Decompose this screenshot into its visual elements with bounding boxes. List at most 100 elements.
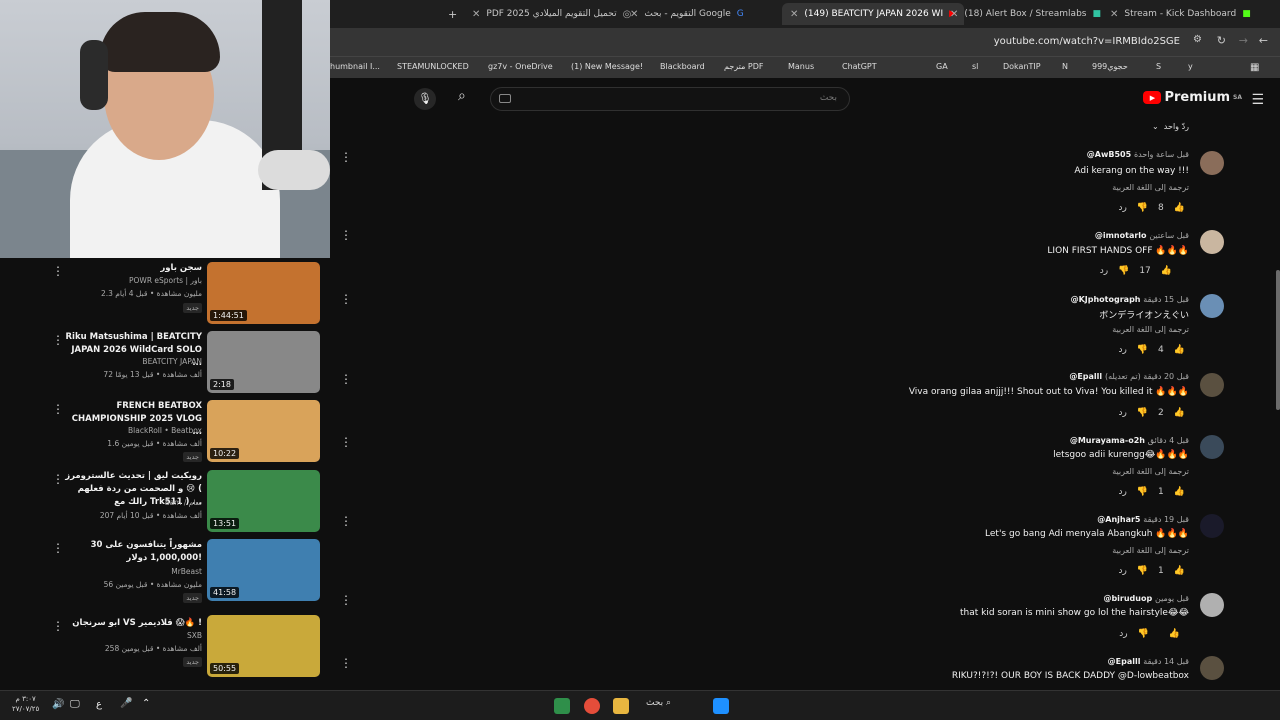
comment-author[interactable]: @Epalll — [1108, 657, 1141, 666]
dislike-icon[interactable]: 👎 — [1137, 487, 1148, 497]
comment-time[interactable]: قبل 19 دقيقة — [1143, 515, 1189, 524]
reply-button[interactable]: رد — [1118, 408, 1126, 418]
video-item[interactable]: ⋮ 1:44:51 سجن باور POWR eSports | باور 2… — [0, 260, 330, 324]
video-title[interactable]: 30 مشهوراً يتنافسون على 1,000,000 دولار! — [62, 539, 202, 565]
comment-author[interactable]: @Anjhar5 — [1097, 515, 1140, 524]
video-channel[interactable]: BlackRoll • Beatbox — [128, 426, 202, 435]
dislike-icon[interactable]: 👎 — [1138, 629, 1149, 639]
taskbar-search[interactable]: بحث ⌕ — [646, 698, 671, 708]
more-options-icon[interactable]: ⋮ — [340, 292, 352, 306]
volume-icon[interactable]: 🔊 — [52, 699, 64, 710]
bookmark-item[interactable]: (1) New Message! — [571, 62, 643, 71]
site-info-icon[interactable]: ⚙ — [1193, 34, 1202, 45]
translate-link[interactable]: ترجمة إلى اللغة العربية — [1112, 325, 1189, 334]
comment-time[interactable]: قبل 15 دقيقة — [1143, 295, 1189, 304]
dislike-icon[interactable]: 👎 — [1137, 408, 1148, 418]
windows-start-icon[interactable] — [713, 698, 729, 714]
tab-calendar-pdf[interactable]: ✕ PDF 2025 تحميل التقويم الميلادي ◎ — [472, 3, 631, 25]
bookmark-item[interactable]: DokanTIP — [1003, 62, 1041, 71]
video-thumbnail[interactable]: 41:58 — [207, 539, 320, 601]
video-channel[interactable]: Sam / سام — [165, 498, 202, 507]
reply-button[interactable]: رد — [1119, 629, 1127, 639]
tab-google-search[interactable]: ✕ التقويم - بحث Google G — [630, 3, 744, 25]
bookmark-item[interactable]: Blackboard — [660, 62, 705, 71]
video-channel[interactable]: SXB — [187, 631, 202, 640]
video-item[interactable]: ⋮ 41:58 30 مشهوراً يتنافسون على 1,000,00… — [0, 537, 330, 603]
like-icon[interactable]: 👍 — [1174, 566, 1185, 576]
video-thumbnail[interactable]: 1:44:51 — [207, 262, 320, 324]
youtube-premium-logo[interactable]: ▶ Premium SA — [1143, 90, 1242, 105]
file-explorer-icon[interactable] — [613, 698, 629, 714]
video-thumbnail[interactable]: 10:22 — [207, 400, 320, 462]
video-item[interactable]: ⋮ 50:55 ابو سرنجان VS قلادیمیر 😱🔥 ! SXB … — [0, 615, 330, 679]
replies-toggle[interactable]: ⌄ ردّ واحد — [1152, 122, 1189, 131]
close-icon[interactable]: ✕ — [950, 9, 958, 20]
comment-author[interactable]: @KJphotograph — [1071, 295, 1141, 304]
clock[interactable]: ٣:٠٧ م ٢٧/٠٧/٢٥ — [12, 694, 39, 714]
dislike-icon[interactable]: 👎 — [1118, 266, 1129, 276]
close-icon[interactable]: ✕ — [1110, 9, 1118, 20]
video-channel[interactable]: BEATCITY JAPAN — [142, 357, 202, 366]
video-title[interactable]: سجن باور — [62, 262, 202, 275]
avatar[interactable] — [1200, 435, 1224, 459]
language-indicator[interactable]: ع — [96, 699, 102, 710]
bookmark-item[interactable]: GA — [936, 62, 948, 71]
avatar[interactable] — [1200, 656, 1224, 680]
comment-time[interactable]: قبل ساعة واحدة — [1134, 150, 1189, 159]
back-icon[interactable]: ← — [1259, 34, 1268, 47]
translate-link[interactable]: ترجمة إلى اللغة العربية — [1112, 546, 1189, 555]
avatar[interactable] — [1200, 230, 1224, 254]
all-bookmarks-icon[interactable]: ▦ — [1250, 62, 1259, 73]
app-icon[interactable] — [554, 698, 570, 714]
network-icon[interactable]: 🖵 — [70, 699, 80, 710]
bookmark-item[interactable]: ChatGPT — [842, 62, 877, 71]
chrome-icon[interactable] — [584, 698, 600, 714]
mic-icon[interactable]: 🎙 — [414, 88, 436, 110]
dislike-icon[interactable]: 👎 — [1137, 566, 1148, 576]
avatar[interactable] — [1200, 593, 1224, 617]
video-thumbnail[interactable]: 50:55 — [207, 615, 320, 677]
avatar[interactable] — [1200, 373, 1224, 397]
like-icon[interactable]: 👍 — [1174, 487, 1185, 497]
reply-button[interactable]: رد — [1118, 203, 1126, 213]
reply-button[interactable]: رد — [1100, 266, 1108, 276]
reload-icon[interactable]: ↻ — [1217, 34, 1226, 47]
video-item[interactable]: ⋮ 10:22 FRENCH BEATBOX CHAMPIONSHIP 2025… — [0, 398, 330, 462]
bookmark-item[interactable]: 999حجوي — [1092, 62, 1128, 71]
reply-button[interactable]: رد — [1118, 345, 1126, 355]
comment-author[interactable]: @Murayama-o2h — [1070, 436, 1145, 445]
video-thumbnail[interactable]: 13:51 — [207, 470, 320, 532]
bookmark-item[interactable]: gz7v - OneDrive — [488, 62, 553, 71]
video-item[interactable]: ⋮ 13:51 رويكيت ليق | تحديث عالسترومرز و … — [0, 468, 330, 532]
more-options-icon[interactable]: ⋮ — [340, 150, 352, 164]
video-item[interactable]: ⋮ 2:18 Riku Matsushima | BEATCITY JAPAN … — [0, 329, 330, 393]
bookmark-item[interactable]: humbnail I... — [330, 62, 380, 71]
close-icon[interactable]: ✕ — [472, 9, 480, 20]
dislike-icon[interactable]: 👎 — [1137, 203, 1148, 213]
comment-time[interactable]: قبل 14 دقيقة — [1143, 657, 1189, 666]
scrollbar[interactable] — [1276, 270, 1280, 410]
like-icon[interactable]: 👍 — [1174, 408, 1185, 418]
like-icon[interactable]: 👍 — [1174, 345, 1185, 355]
more-options-icon[interactable]: ⋮ — [340, 372, 352, 386]
more-options-icon[interactable]: ⋮ — [340, 514, 352, 528]
like-icon[interactable]: 👍 — [1174, 203, 1185, 213]
comment-author[interactable]: @biruduop — [1103, 594, 1152, 603]
bookmark-item[interactable]: N — [1062, 62, 1068, 71]
comment-author[interactable]: @Epalll — [1069, 372, 1102, 381]
translate-link[interactable]: ترجمة إلى اللغة العربية — [1112, 467, 1189, 476]
bookmark-item[interactable]: sl — [972, 62, 978, 71]
video-channel[interactable]: POWR eSports | باور — [129, 276, 202, 285]
bookmark-item[interactable]: مترجم PDF — [724, 62, 764, 71]
tab-youtube-active[interactable]: ✕ (149) BEATCITY JAPAN 2026 WI ▶ — [782, 3, 965, 25]
avatar[interactable] — [1200, 514, 1224, 538]
bookmark-item[interactable]: STEAMUNLOCKED — [397, 62, 469, 71]
comment-time[interactable]: قبل 4 دقائق — [1148, 436, 1189, 445]
tab-kick-dashboard[interactable]: ✕ Stream - Kick Dashboard ■ — [1110, 3, 1251, 25]
avatar[interactable] — [1200, 151, 1224, 175]
search-icon[interactable]: ⌕ — [458, 88, 482, 112]
more-options-icon[interactable]: ⋮ — [340, 435, 352, 449]
keyboard-icon[interactable] — [499, 94, 511, 103]
bookmark-item[interactable]: Manus — [788, 62, 814, 71]
comment-author[interactable]: @imnotarlo — [1095, 231, 1147, 240]
